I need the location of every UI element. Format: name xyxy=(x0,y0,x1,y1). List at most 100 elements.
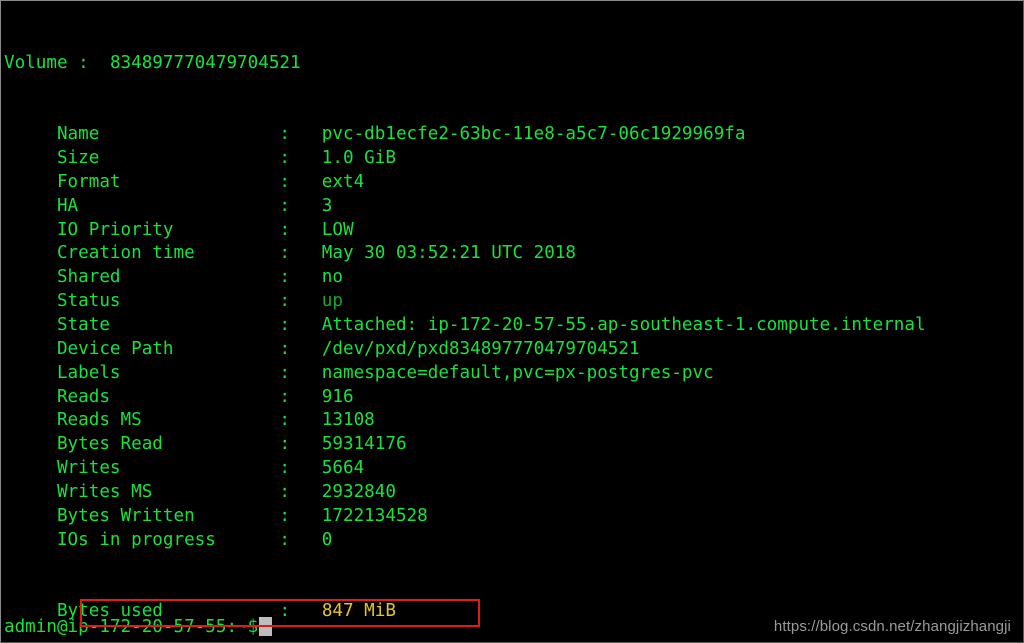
property-gap xyxy=(290,482,322,502)
property-gap xyxy=(290,196,322,216)
property-value: 5664 xyxy=(321,458,365,479)
volume-header-label: Volume xyxy=(4,52,68,73)
property-value: namespace=default,pvc=px-postgres-pvc xyxy=(321,362,714,383)
property-separator: : xyxy=(279,458,291,479)
property-pad xyxy=(110,315,279,335)
volume-header-separator: : xyxy=(78,52,89,73)
property-indent xyxy=(4,291,57,311)
property-row: Shared : no xyxy=(4,266,1023,290)
property-row: Device Path : /dev/pxd/pxd83489777047970… xyxy=(4,338,1023,362)
property-row: Writes MS : 2932840 xyxy=(4,481,1023,505)
property-pad xyxy=(121,291,280,311)
property-pad xyxy=(195,506,280,526)
property-value: /dev/pxd/pxd834897770479704521 xyxy=(321,338,640,359)
bytes-used-separator: : xyxy=(279,601,291,622)
property-pad xyxy=(78,196,279,216)
property-indent xyxy=(4,315,57,335)
property-value: 13108 xyxy=(321,410,375,431)
property-label: IO Priority xyxy=(56,219,174,240)
property-pad xyxy=(195,243,280,263)
property-gap xyxy=(290,434,322,454)
property-row: Name : pvc-db1ecfe2-63bc-11e8-a5c7-06c19… xyxy=(4,123,1023,147)
property-value: no xyxy=(321,267,343,288)
property-value: 1.0 GiB xyxy=(321,148,396,169)
property-separator: : xyxy=(279,219,291,240)
property-pad xyxy=(110,387,279,407)
property-row: Bytes Read : 59314176 xyxy=(4,433,1023,457)
property-gap xyxy=(290,220,322,240)
property-label: Bytes Written xyxy=(56,505,195,526)
property-value: May 30 03:52:21 UTC 2018 xyxy=(321,243,577,264)
property-indent xyxy=(4,243,57,263)
bytes-used-gap xyxy=(290,601,322,621)
watermark-text: https://blog.csdn.net/zhangjizhangji xyxy=(773,618,1011,635)
property-indent xyxy=(4,220,57,240)
property-gap xyxy=(290,410,322,430)
property-separator: : xyxy=(279,410,291,431)
property-value: 59314176 xyxy=(321,434,407,455)
property-row: Format : ext4 xyxy=(4,171,1023,195)
property-gap xyxy=(290,363,322,383)
property-gap xyxy=(290,387,322,407)
shell-prompt-line[interactable]: admin@ip-172-20-57-55:~$ xyxy=(4,616,273,640)
property-label: Name xyxy=(56,124,100,145)
property-separator: : xyxy=(279,243,291,264)
property-separator: : xyxy=(279,338,291,359)
property-value: 0 xyxy=(321,529,333,550)
volume-properties-list: Name : pvc-db1ecfe2-63bc-11e8-a5c7-06c19… xyxy=(4,123,1023,552)
property-label: Shared xyxy=(56,267,121,288)
volume-header-value: 834897770479704521 xyxy=(109,52,301,73)
property-gap xyxy=(290,530,322,550)
property-indent xyxy=(4,530,57,550)
volume-header-line: Volume : 834897770479704521 xyxy=(4,52,1023,76)
property-indent xyxy=(4,339,57,359)
property-gap xyxy=(290,315,322,335)
property-separator: : xyxy=(279,481,291,502)
property-indent xyxy=(4,148,57,168)
property-gap xyxy=(290,148,322,168)
shell-prompt-text: admin@ip-172-20-57-55:~$ xyxy=(4,617,259,638)
property-gap xyxy=(290,172,322,192)
property-indent xyxy=(4,482,57,502)
property-gap xyxy=(290,267,322,287)
property-pad xyxy=(163,434,280,454)
property-indent xyxy=(4,434,57,454)
property-indent xyxy=(4,363,57,383)
property-indent xyxy=(4,196,57,216)
property-indent xyxy=(4,458,57,478)
property-pad xyxy=(121,458,280,478)
property-gap xyxy=(290,291,322,311)
property-label: Device Path xyxy=(56,338,174,359)
property-pad xyxy=(99,148,279,168)
property-separator: : xyxy=(279,505,291,526)
volume-header-gap xyxy=(89,53,110,73)
property-label: Format xyxy=(56,171,121,192)
property-label: Reads xyxy=(56,386,110,407)
property-row: Status : up xyxy=(4,290,1023,314)
property-label: Labels xyxy=(56,362,121,383)
bytes-used-value: 847 MiB xyxy=(321,601,396,622)
property-separator: : xyxy=(279,124,291,145)
property-value: 916 xyxy=(321,386,354,407)
property-separator: : xyxy=(279,529,291,550)
property-value: Attached: ip-172-20-57-55.ap-southeast-1… xyxy=(321,314,926,335)
property-row: HA : 3 xyxy=(4,195,1023,219)
property-label: Status xyxy=(56,291,121,312)
terminal-window[interactable]: Volume : 834897770479704521 Name : pvc-d… xyxy=(0,0,1024,643)
property-separator: : xyxy=(279,362,291,383)
property-pad xyxy=(99,124,279,144)
property-value: ext4 xyxy=(321,171,365,192)
property-pad xyxy=(121,363,280,383)
property-row: Reads : 916 xyxy=(4,386,1023,410)
property-pad xyxy=(142,410,280,430)
property-indent xyxy=(4,387,57,407)
property-row: Creation time : May 30 03:52:21 UTC 2018 xyxy=(4,242,1023,266)
property-pad xyxy=(121,172,280,192)
property-value: pvc-db1ecfe2-63bc-11e8-a5c7-06c1929969fa xyxy=(321,124,746,145)
property-value: 2932840 xyxy=(321,481,396,502)
block-cursor-icon xyxy=(259,617,273,637)
property-row: Writes : 5664 xyxy=(4,457,1023,481)
property-label: Creation time xyxy=(56,243,195,264)
property-pad xyxy=(216,530,280,550)
property-separator: : xyxy=(279,291,291,312)
